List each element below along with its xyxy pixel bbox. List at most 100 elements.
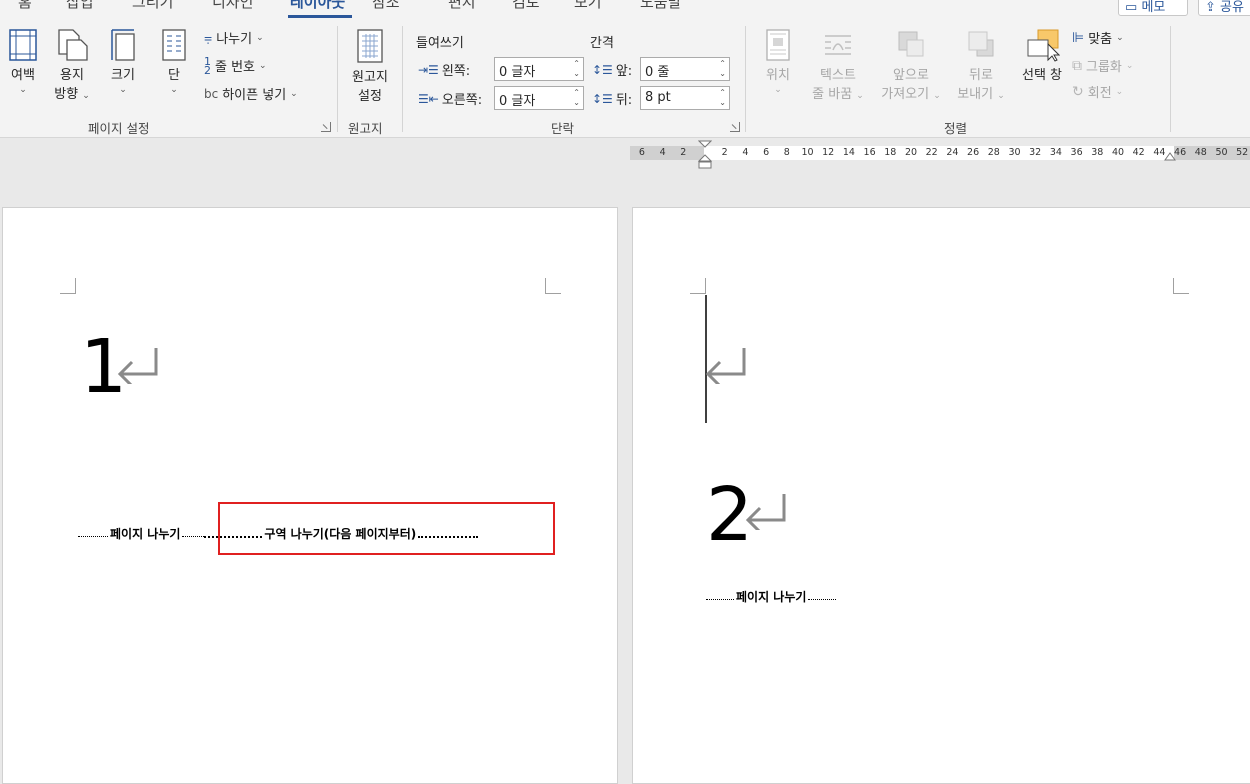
spinner-arrows-icon[interactable]: ⌃ ⌄ [719,59,726,79]
ruler-tick-label: 16 [863,147,876,158]
section-break-highlight-box [218,502,555,555]
tab-references[interactable]: 참조 [372,0,400,12]
send-backward-icon [968,31,994,57]
ruler-tick-label: 12 [822,147,835,158]
ruler-tick-label: 6 [638,147,645,158]
share-button[interactable]: ⇪ 공유 [1198,0,1250,16]
spinner-arrows-icon[interactable]: ⌃ ⌄ [573,88,580,108]
document-page-1[interactable] [2,207,618,784]
tab-home[interactable]: 홈 [18,0,32,12]
position-button[interactable]: 위치 ⌄ [760,28,796,95]
tab-draw[interactable]: 그리기 [132,0,173,12]
wrap-text-icon [825,35,851,55]
paragraph-dialog-launcher[interactable] [730,122,740,132]
breaks-icon: ⩦ [204,29,213,46]
manuscript-group-label: 원고지 [348,121,383,136]
bring-forward-icon [898,31,924,57]
ruler-tick-label: 4 [659,147,666,158]
selection-pane-icon [1027,29,1060,62]
crop-mark [690,278,706,294]
wrap-text-button[interactable]: 텍스트 줄 바꿈 ⌄ [806,28,870,104]
ruler-tick-label: 42 [1132,147,1145,158]
page-break-marker-2[interactable]: 페이지 나누기 [706,588,837,605]
tab-insert[interactable]: 삽입 [66,0,94,12]
spinner-arrows-icon[interactable]: ⌃ ⌄ [573,59,580,79]
page-setup-dialog-launcher[interactable] [321,122,331,132]
rotate-button[interactable]: ↻ 회전 ⌄ [1072,82,1124,102]
manuscript-settings-button[interactable]: 원고지 설정 [346,28,394,106]
ruler-tick-label: 48 [1194,147,1207,158]
paragraph-mark-icon [705,348,746,384]
line-numbers-button[interactable]: 12 줄 번호 ⌄ [204,56,267,76]
tab-help[interactable]: 도움말 [640,0,681,12]
chevron-down-icon: ⌄ [290,88,298,99]
crop-mark [1173,278,1189,294]
orientation-icon [58,29,88,61]
break-dots [78,536,108,537]
arrange-group-label: 정렬 [944,121,968,136]
ruler-tick-label: 22 [925,147,938,158]
tab-design[interactable]: 디자인 [212,0,253,12]
page-setup-group-label: 페이지 설정 [88,121,150,136]
breaks-button[interactable]: ⩦ 나누기 ⌄ [204,28,264,48]
crop-mark [60,278,76,294]
hyphenation-icon: bc [204,86,219,101]
selection-pane-button[interactable]: 선택 창 [1016,28,1068,85]
ruler-tick-label: 10 [801,147,814,158]
break-dots [182,536,205,537]
spacing-after-input[interactable]: 8 pt ⌃ ⌄ [640,86,730,110]
ruler-tick-label: 4 [742,147,749,158]
group-objects-button[interactable]: ⧉ 그룹화 ⌄ [1072,56,1133,76]
spacing-before-label: ↕☰ 앞: [592,62,633,80]
size-button[interactable]: 크기 ⌄ [104,28,142,95]
bring-forward-button[interactable]: 앞으로 가져오기 ⌄ [874,28,948,104]
group-separator [745,26,746,132]
ruler-tick-label: 28 [987,147,1000,158]
break-dots [706,599,734,600]
memo-button[interactable]: ▭ 메모 [1118,0,1188,16]
indent-markers-icon[interactable] [698,140,712,170]
spacing-after-icon: ↕☰ [592,91,613,106]
indent-left-icon: ⇥☰ [418,62,439,77]
hyphenation-button[interactable]: bc 하이픈 넣기 ⌄ [204,84,298,104]
chevron-down-icon: ⌄ [170,85,178,95]
indent-right-input[interactable]: 0 글자 ⌃ ⌄ [494,86,584,110]
group-separator [337,26,338,132]
tab-review[interactable]: 검토 [512,0,540,12]
indent-left-label: ⇥☰ 왼쪽: [418,62,471,80]
ruler-tick-label: 24 [946,147,959,158]
chevron-down-icon: ⌄ [933,91,941,101]
paragraph-group-label: 단락 [551,121,575,136]
orientation-button[interactable]: 용지 방향 ⌄ [52,28,92,104]
right-indent-marker-icon[interactable] [1164,152,1176,162]
tab-layout[interactable]: 레이아웃 [290,0,345,12]
ruler-tick-label: 52 [1236,147,1249,158]
tab-view[interactable]: 보기 [574,0,602,12]
align-icon: ⊫ [1072,29,1085,46]
chevron-down-icon: ⌄ [119,85,127,95]
indent-section-title: 들여쓰기 [416,36,464,51]
spacing-after-label: ↕☰ 뒤: [592,91,633,109]
spacing-before-icon: ↕☰ [592,62,613,77]
position-icon [766,29,790,61]
ruler-tick-label: 18 [884,147,897,158]
columns-button[interactable]: 단 ⌄ [158,28,190,95]
chevron-down-icon: ⌄ [256,32,264,43]
ruler-tick-label: 40 [1111,147,1125,158]
tab-mailings[interactable]: 편지 [448,0,476,12]
group-icon: ⧉ [1072,57,1082,74]
indent-right-icon: ☰⇤ [418,91,439,106]
spacing-before-input[interactable]: 0 줄 ⌃ ⌄ [640,57,730,81]
align-button[interactable]: ⊫ 맞춤 ⌄ [1072,28,1124,48]
spinner-arrows-icon[interactable]: ⌃ ⌄ [719,88,726,108]
send-backward-button[interactable]: 뒤로 보내기 ⌄ [950,28,1012,104]
page-size-icon [111,29,135,61]
ruler-tick-label: 38 [1091,147,1104,158]
chevron-down-icon: ⌄ [856,91,864,101]
horizontal-ruler[interactable]: 6 4 2 2 4 6 8 10 12 14 16 18 20 22 24 26 28 30 32 34 36 38 40 4… [630,146,1250,160]
margins-button[interactable]: 여백 ⌄ [6,28,40,95]
chevron-down-icon: ⌄ [997,91,1005,101]
comment-icon: ▭ [1125,0,1138,15]
chevron-down-icon: ⌄ [1115,86,1124,97]
indent-left-input[interactable]: 0 글자 ⌃ ⌄ [494,57,584,81]
